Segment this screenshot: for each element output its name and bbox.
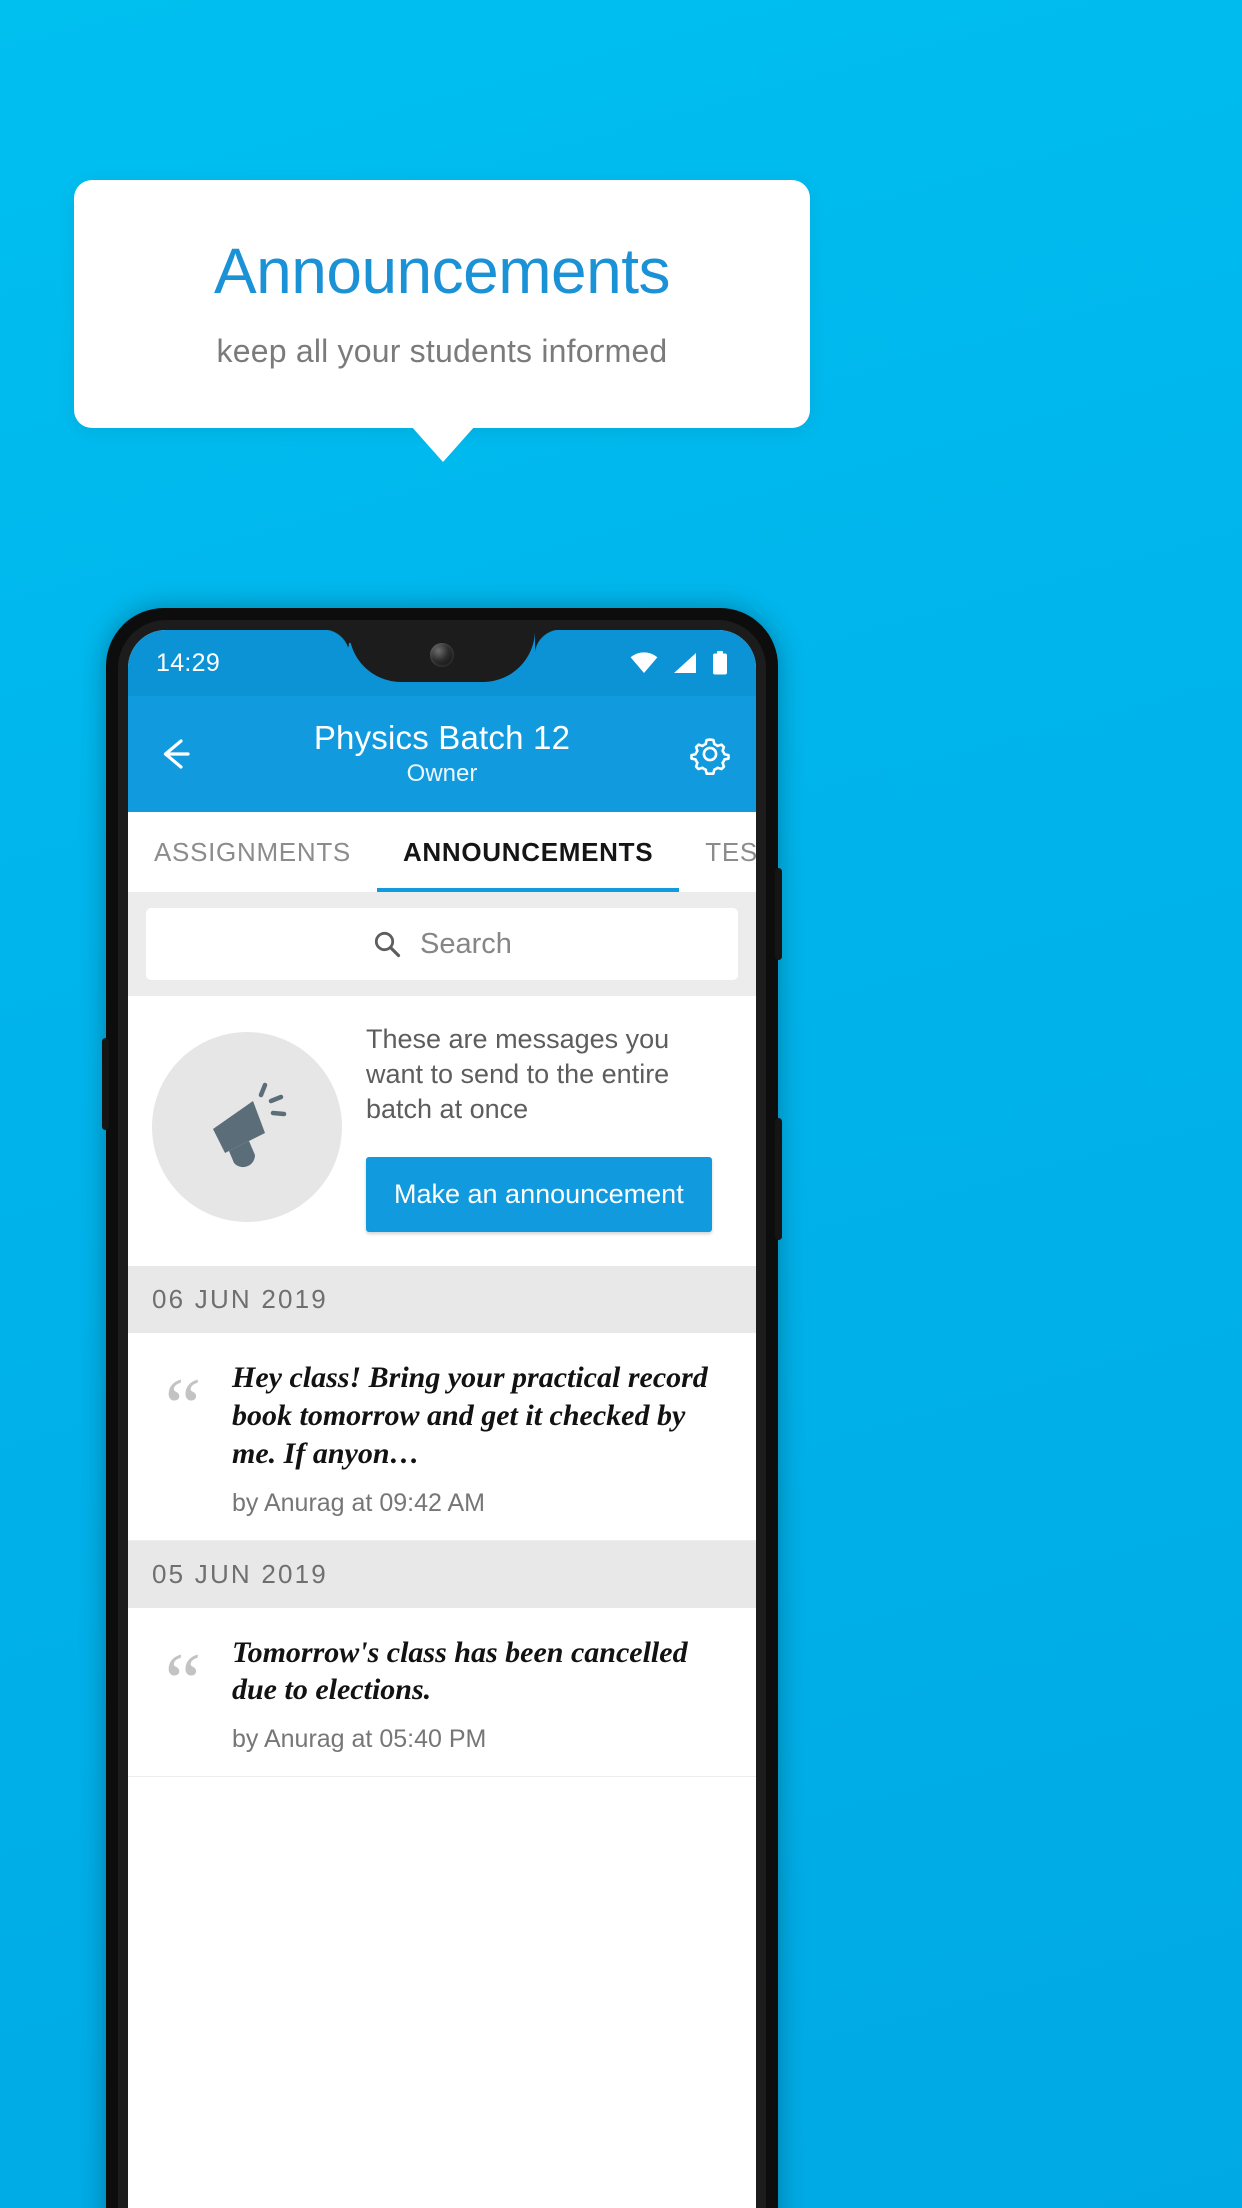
quote-mark-icon: “ (164, 1361, 202, 1453)
search-input[interactable]: Search (146, 908, 738, 980)
tab-assignments[interactable]: ASSIGNMENTS (128, 812, 377, 892)
make-announcement-button[interactable]: Make an announcement (366, 1157, 712, 1233)
announcement-text: Tomorrow's class has been cancelled due … (232, 1635, 688, 1707)
battery-icon (712, 651, 728, 675)
app-bar-subtitle: Owner (406, 760, 478, 788)
page-subtitle: keep all your students informed (216, 332, 668, 369)
tab-bar[interactable]: ASSIGNMENTS ANNOUNCEMENTS TESTS ’ (128, 812, 756, 892)
signal-icon (672, 652, 698, 674)
list-item[interactable]: “ Tomorrow's class has been cancelled du… (128, 1607, 756, 1778)
app-bar-title: Physics Batch 12 (313, 718, 571, 756)
speech-bubble-tail (411, 426, 475, 462)
phone-screen: 14:29 Physics Batch 12 Owner ASSIGNMENTS… (128, 630, 756, 2208)
tab-announcements[interactable]: ANNOUNCEMENTS (376, 812, 680, 892)
announcement-body: Tomorrow's class has been cancelled due … (232, 1634, 732, 1755)
phone-device: 14:29 Physics Batch 12 Owner ASSIGNMENTS… (102, 608, 782, 2208)
page-title: Announcements (213, 234, 671, 307)
search-icon (372, 929, 402, 959)
app-bar: Physics Batch 12 Owner (128, 696, 756, 812)
wifi-icon (630, 652, 658, 674)
date-header: 06 JUN 2019 (128, 1266, 756, 1334)
search-placeholder: Search (420, 927, 512, 960)
back-arrow-icon[interactable] (152, 731, 198, 777)
app-bar-titles: Physics Batch 12 Owner (128, 719, 756, 789)
volume-down-button[interactable] (102, 1038, 109, 1130)
announcement-intro-right: These are messages you want to send to t… (366, 1022, 732, 1233)
status-bar: 14:29 (128, 630, 756, 696)
announcement-text: Hey class! Bring your practical record b… (232, 1361, 708, 1470)
gear-icon[interactable] (688, 732, 732, 776)
announcement-meta: by Anurag at 05:40 PM (232, 1725, 487, 1754)
announcement-intro-card: These are messages you want to send to t… (128, 996, 756, 1267)
announcement-intro-text: These are messages you want to send to t… (366, 1024, 670, 1125)
promo-card: Announcements keep all your students inf… (74, 180, 810, 428)
announcement-meta: by Anurag at 09:42 AM (232, 1488, 485, 1517)
quote-mark-icon: “ (164, 1635, 202, 1727)
list-item[interactable]: “ Hey class! Bring your practical record… (128, 1333, 756, 1541)
date-header: 05 JUN 2019 (128, 1540, 756, 1608)
megaphone-icon (152, 1032, 342, 1223)
front-camera (430, 643, 454, 667)
power-button[interactable] (775, 868, 782, 960)
status-time: 14:29 (156, 648, 221, 677)
announcement-body: Hey class! Bring your practical record b… (232, 1359, 732, 1517)
status-icons (630, 651, 728, 675)
tab-tests[interactable]: TESTS (679, 812, 756, 892)
promo-screenshot: Announcements keep all your students inf… (0, 0, 1242, 2208)
volume-up-button[interactable] (775, 1118, 782, 1240)
search-section: Search (128, 892, 756, 996)
